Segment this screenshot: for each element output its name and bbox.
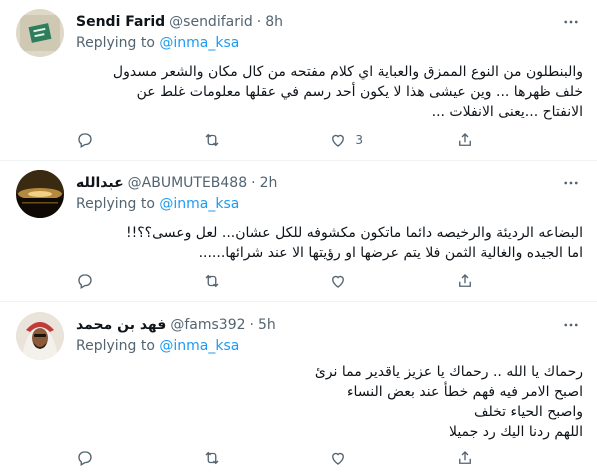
share-icon	[459, 274, 471, 287]
tweet-text-line: الانفتاح ...يعنى الانفلات ...	[431, 104, 583, 120]
user-handle[interactable]: @fams392	[170, 317, 245, 333]
tweet-text: البضاعه الرديئة والرخيصه دائما ماتكون مك…	[76, 223, 583, 263]
tweet-text-line: والبنطلون من النوع الممزق والعباية اي كل…	[112, 64, 583, 80]
tweet-text-line: اصبح الامر فيه فهم خطأ عند بعض النساء	[346, 384, 583, 400]
user-handle[interactable]: @ABUMUTEB488	[128, 175, 247, 191]
share-icon	[459, 451, 471, 464]
retweet-icon	[205, 451, 219, 465]
separator-dot: ·	[251, 175, 256, 191]
share-icon	[459, 133, 471, 146]
like-button[interactable]: 3	[329, 131, 389, 149]
more-options-icon[interactable]	[561, 315, 581, 335]
tweet-text: والبنطلون من النوع الممزق والعباية اي كل…	[76, 62, 583, 122]
user-handle[interactable]: @sendifarid	[169, 14, 253, 30]
more-options-icon[interactable]	[561, 12, 581, 32]
tweet-header: فهد بن محمد @fams392 · 5h	[76, 315, 276, 335]
replying-to: Replying to @inma_ksa	[76, 338, 239, 354]
like-button[interactable]	[329, 272, 389, 290]
tweet-2[interactable]: عبدالله @ABUMUTEB488 · 2h Replying to @i…	[0, 161, 597, 302]
reply-button[interactable]	[76, 131, 136, 149]
action-bar	[76, 448, 516, 468]
action-bar	[76, 271, 516, 291]
retweet-icon	[205, 133, 219, 147]
like-button[interactable]	[329, 449, 389, 467]
avatar[interactable]	[16, 312, 64, 360]
reply-button[interactable]	[76, 449, 136, 467]
tweet-text-line: رحماك يا الله .. رحماك يا عزيز ياقدير مم…	[314, 364, 583, 380]
mention-link[interactable]: @inma_ksa	[159, 35, 239, 51]
tweet-text-line: اللهم ردنا اليك رد جميلا	[448, 424, 583, 440]
tweet-header: عبدالله @ABUMUTEB488 · 2h	[76, 173, 277, 193]
tweet-text-line: خلف ظهرها ... وين عيشى هذا لا يكون أحد ر…	[136, 84, 583, 100]
replying-to: Replying to @inma_ksa	[76, 196, 239, 212]
timestamp[interactable]: 8h	[265, 14, 283, 30]
replying-to: Replying to @inma_ksa	[76, 35, 239, 51]
share-button[interactable]	[456, 131, 516, 149]
separator-dot: ·	[249, 317, 254, 333]
timestamp[interactable]: 2h	[260, 175, 278, 191]
tweet-text-line: البضاعه الرديئة والرخيصه دائما ماتكون مك…	[126, 225, 583, 241]
retweet-button[interactable]	[203, 449, 263, 467]
avatar[interactable]	[16, 170, 64, 218]
action-bar: 3	[76, 130, 516, 150]
tweet-1[interactable]: Sendi Farid @sendifarid · 8h Replying to…	[0, 0, 597, 161]
replying-to-label: Replying to	[76, 338, 155, 354]
replying-to-label: Replying to	[76, 196, 155, 212]
tweet-3[interactable]: فهد بن محمد @fams392 · 5h Replying to @i…	[0, 302, 597, 474]
display-name[interactable]: عبدالله	[76, 175, 124, 191]
share-button[interactable]	[456, 272, 516, 290]
display-name[interactable]: Sendi Farid	[76, 14, 165, 30]
replying-to-label: Replying to	[76, 35, 155, 51]
heart-icon	[332, 452, 345, 465]
mention-link[interactable]: @inma_ksa	[159, 338, 239, 354]
tweet-text: رحماك يا الله .. رحماك يا عزيز ياقدير مم…	[76, 362, 583, 442]
retweet-button[interactable]	[203, 131, 263, 149]
retweet-icon	[205, 274, 219, 288]
reply-button[interactable]	[76, 272, 136, 290]
tweet-text-line: اما الجيده والغالية الثمن فلا يتم عرضها …	[198, 245, 583, 261]
tweet-text-line: واصبح الحياء تخلف	[473, 404, 583, 420]
separator-dot: ·	[256, 14, 262, 30]
timestamp[interactable]: 5h	[258, 317, 276, 333]
more-options-icon[interactable]	[561, 173, 581, 193]
like-count: 3	[355, 133, 363, 147]
heart-icon	[332, 134, 345, 147]
reply-icon	[78, 274, 92, 289]
share-button[interactable]	[456, 449, 516, 467]
mention-link[interactable]: @inma_ksa	[159, 196, 239, 212]
reply-icon	[78, 451, 92, 466]
reply-icon	[78, 133, 92, 148]
avatar[interactable]	[16, 9, 64, 57]
display-name[interactable]: فهد بن محمد	[76, 317, 166, 333]
tweet-header: Sendi Farid @sendifarid · 8h	[76, 12, 283, 32]
heart-icon	[332, 275, 345, 288]
retweet-button[interactable]	[203, 272, 263, 290]
